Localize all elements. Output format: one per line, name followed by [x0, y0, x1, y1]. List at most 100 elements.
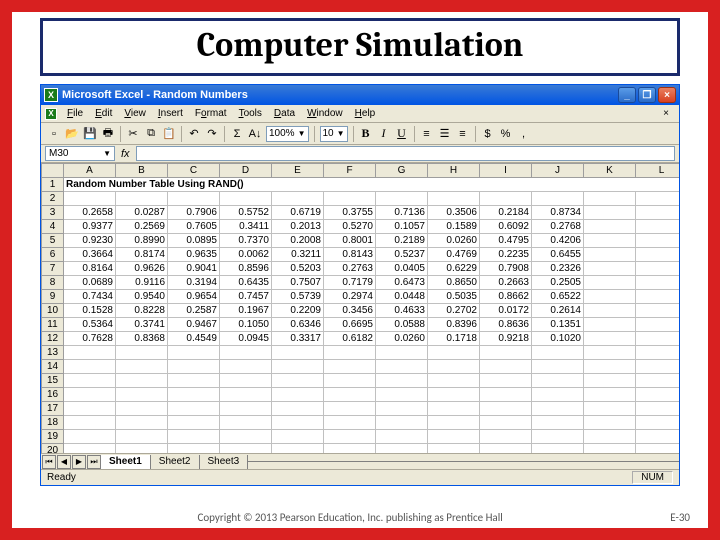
cell[interactable]: 0.0260 — [428, 234, 480, 248]
align-right-icon[interactable]: ≡ — [455, 126, 471, 142]
cell[interactable] — [324, 402, 376, 416]
cell[interactable] — [584, 220, 636, 234]
italic-icon[interactable]: I — [376, 126, 392, 142]
comma-icon[interactable]: , — [516, 126, 532, 142]
cell[interactable]: 0.9540 — [116, 290, 168, 304]
minimize-button[interactable]: _ — [618, 87, 636, 103]
cell[interactable] — [480, 444, 532, 454]
cell[interactable]: 0.6435 — [220, 276, 272, 290]
tab-nav-first-icon[interactable]: ⏮ — [42, 455, 56, 469]
cell[interactable]: 0.4549 — [168, 332, 220, 346]
new-icon[interactable]: ▫ — [46, 126, 62, 142]
cell[interactable]: 0.3411 — [220, 220, 272, 234]
cell[interactable] — [64, 374, 116, 388]
row-header[interactable]: 9 — [42, 290, 64, 304]
cell[interactable]: 0.0588 — [376, 318, 428, 332]
cell[interactable] — [272, 416, 324, 430]
row-header[interactable]: 5 — [42, 234, 64, 248]
cell[interactable]: 0.4206 — [532, 234, 584, 248]
cell[interactable] — [584, 416, 636, 430]
cell[interactable]: 0.5203 — [272, 262, 324, 276]
row-header[interactable]: 17 — [42, 402, 64, 416]
cell[interactable] — [116, 192, 168, 206]
cell[interactable] — [636, 388, 680, 402]
cell[interactable] — [220, 388, 272, 402]
cell[interactable]: 0.0448 — [376, 290, 428, 304]
cell[interactable]: 0.9626 — [116, 262, 168, 276]
row-header[interactable]: 2 — [42, 192, 64, 206]
cell[interactable]: 0.6092 — [480, 220, 532, 234]
cell[interactable] — [376, 402, 428, 416]
cell[interactable] — [636, 444, 680, 454]
cell[interactable] — [376, 346, 428, 360]
cell[interactable]: 0.8596 — [220, 262, 272, 276]
cell[interactable]: 0.8228 — [116, 304, 168, 318]
cell[interactable]: 0.8001 — [324, 234, 376, 248]
cell[interactable]: 0.3194 — [168, 276, 220, 290]
cell[interactable]: 0.2663 — [480, 276, 532, 290]
menu-file[interactable]: File — [61, 108, 89, 119]
row-header[interactable]: 20 — [42, 444, 64, 454]
cell[interactable]: 0.2974 — [324, 290, 376, 304]
cell[interactable]: 0.5237 — [376, 248, 428, 262]
menu-data[interactable]: Data — [268, 108, 301, 119]
cell[interactable]: 0.3506 — [428, 206, 480, 220]
cell[interactable]: 0.9377 — [64, 220, 116, 234]
cell[interactable]: 0.2569 — [116, 220, 168, 234]
cell[interactable]: 0.3741 — [116, 318, 168, 332]
cell[interactable] — [324, 416, 376, 430]
percent-icon[interactable]: % — [498, 126, 514, 142]
sheet-tab-1[interactable]: Sheet1 — [101, 455, 151, 469]
tab-nav-prev-icon[interactable]: ◀ — [57, 455, 71, 469]
cut-icon[interactable]: ✂ — [125, 126, 141, 142]
paste-icon[interactable]: 📋 — [161, 126, 177, 142]
fx-label[interactable]: fx — [121, 148, 130, 160]
column-header[interactable]: B — [116, 164, 168, 178]
cell[interactable] — [428, 430, 480, 444]
menu-window[interactable]: Window — [301, 108, 349, 119]
tab-nav-last-icon[interactable]: ⏭ — [87, 455, 101, 469]
column-header[interactable]: J — [532, 164, 584, 178]
cell[interactable] — [168, 374, 220, 388]
cell[interactable] — [480, 346, 532, 360]
cell[interactable] — [376, 444, 428, 454]
cell[interactable] — [116, 416, 168, 430]
cell[interactable]: 0.1718 — [428, 332, 480, 346]
cell[interactable] — [636, 346, 680, 360]
cell[interactable] — [116, 430, 168, 444]
spreadsheet-grid[interactable]: ABCDEFGHIJKL1Random Number Table Using R… — [41, 163, 679, 453]
cell[interactable] — [636, 332, 680, 346]
cell[interactable]: 0.6522 — [532, 290, 584, 304]
cell[interactable]: 0.6346 — [272, 318, 324, 332]
cell[interactable]: 0.9230 — [64, 234, 116, 248]
cell[interactable] — [272, 402, 324, 416]
cell[interactable] — [532, 444, 584, 454]
cell[interactable]: 0.0689 — [64, 276, 116, 290]
row-header[interactable]: 18 — [42, 416, 64, 430]
cell[interactable] — [636, 192, 680, 206]
cell[interactable]: 0.8650 — [428, 276, 480, 290]
row-header[interactable]: 12 — [42, 332, 64, 346]
copy-icon[interactable]: ⧉ — [143, 126, 159, 142]
cell[interactable]: 0.6182 — [324, 332, 376, 346]
menu-help[interactable]: Help — [349, 108, 382, 119]
sheet-tab-2[interactable]: Sheet2 — [151, 455, 200, 469]
cell[interactable]: 0.8164 — [64, 262, 116, 276]
cell[interactable]: 0.5035 — [428, 290, 480, 304]
cell[interactable] — [64, 430, 116, 444]
row-header[interactable]: 16 — [42, 388, 64, 402]
row-header[interactable]: 11 — [42, 318, 64, 332]
cell[interactable] — [220, 444, 272, 454]
cell[interactable] — [376, 374, 428, 388]
cell[interactable] — [532, 416, 584, 430]
cell[interactable] — [584, 290, 636, 304]
cell[interactable]: 0.0895 — [168, 234, 220, 248]
cell[interactable] — [636, 206, 680, 220]
menu-doc-close[interactable]: × — [657, 108, 675, 119]
cell[interactable] — [480, 192, 532, 206]
sheet-tab-3[interactable]: Sheet3 — [200, 455, 249, 469]
cell[interactable] — [324, 346, 376, 360]
autosum-icon[interactable]: Σ — [229, 126, 245, 142]
column-header[interactable]: I — [480, 164, 532, 178]
cell[interactable] — [428, 402, 480, 416]
